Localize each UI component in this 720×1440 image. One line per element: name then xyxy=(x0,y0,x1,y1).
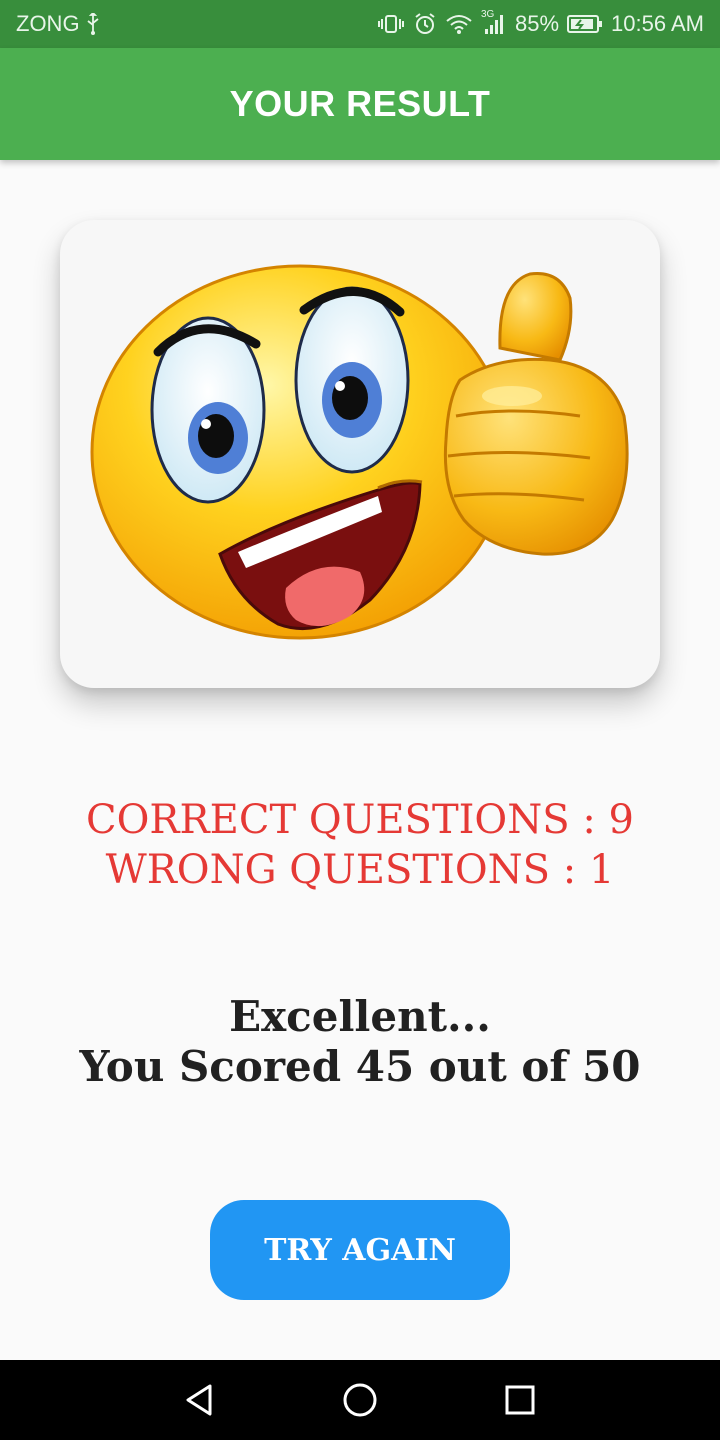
app-bar: YOUR RESULT xyxy=(0,48,720,160)
score-message: Excellent... You Scored 45 out of 50 xyxy=(0,992,720,1092)
back-icon[interactable] xyxy=(178,1378,222,1422)
correct-questions-label: CORRECT QUESTIONS : 9 xyxy=(86,797,634,843)
battery-icon xyxy=(567,14,603,34)
wrong-questions-label: WRONG QUESTIONS : 1 xyxy=(105,847,615,893)
carrier-name: ZONG xyxy=(16,11,80,36)
try-again-button[interactable]: TRY AGAIN xyxy=(210,1200,510,1300)
vibrate-icon xyxy=(377,13,405,35)
battery-percent: 85% xyxy=(515,11,560,36)
thumbs-up-emoji-icon xyxy=(90,264,629,640)
navigation-bar xyxy=(0,1360,720,1440)
result-image-card xyxy=(60,220,660,688)
usb-icon xyxy=(86,13,100,35)
stats-block: CORRECT QUESTIONS : 9 WRONG QUESTIONS : … xyxy=(0,795,720,895)
home-icon[interactable] xyxy=(338,1378,382,1422)
excellent-label: Excellent... xyxy=(229,992,491,1041)
page-title: YOUR RESULT xyxy=(229,83,491,124)
alarm-icon xyxy=(413,12,437,36)
clock: 10:56 AM xyxy=(611,11,704,36)
score-label: You Scored 45 out of 50 xyxy=(79,1042,641,1091)
signal-icon: 3G xyxy=(481,9,507,35)
network-type: 3G xyxy=(481,9,495,20)
status-bar: ZONG 3G 85% 10:56 AM xyxy=(0,0,720,48)
wifi-icon xyxy=(445,13,473,35)
recents-icon[interactable] xyxy=(498,1378,542,1422)
